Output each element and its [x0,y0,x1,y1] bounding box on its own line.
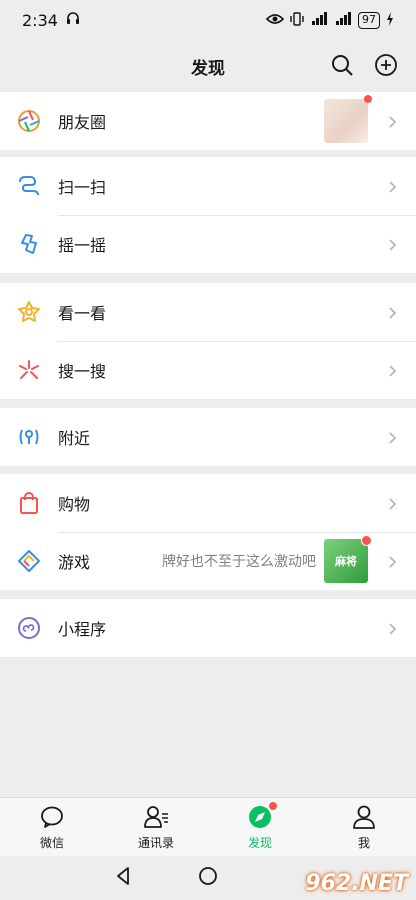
home-icon[interactable] [197,865,219,891]
vibrate-icon [290,11,304,29]
list-item-label: 朋友圈 [58,113,107,132]
group-look-search: 看一看 搜一搜 [0,283,416,399]
signal-icon-2 [334,11,352,29]
games-icon [17,549,41,573]
mini-program-icon [17,616,41,640]
watermark-logo: 962.NET [305,871,408,896]
game-thumbnail: 麻将 [324,535,372,583]
games-promo-text: 牌好也不至于这么激动吧 [162,554,316,570]
top-stories-icon [17,300,41,324]
chevron-right-icon [386,305,400,319]
bottom-tab-bar: 微信 通讯录 发现 我 [0,797,416,856]
list-item-label: 摇一摇 [58,236,107,255]
list-item-moments[interactable]: 朋友圈 [0,92,416,150]
chevron-right-icon [386,621,400,635]
tab-label: 通讯录 [137,835,174,850]
tab-label: 我 [357,835,370,850]
discover-icon [247,801,277,830]
tab-label: 微信 [39,835,64,850]
list-item-label: 附近 [58,429,91,448]
chat-icon [39,804,65,830]
list-item-label: 搜一搜 [58,362,107,381]
search-icon[interactable] [330,53,354,77]
status-bar: 2:34 97 [0,0,416,40]
chevron-right-icon [386,179,400,193]
moments-thumbnail [324,95,372,143]
discover-badge [269,801,277,810]
nearby-icon [17,425,41,449]
tab-discover[interactable]: 发现 [208,798,312,856]
list-item-label: 扫一扫 [58,178,107,197]
shopping-bag-icon [17,491,41,515]
list-item-label: 购物 [58,495,91,514]
group-mini-programs: 小程序 [0,599,416,657]
header: 发现 [0,40,416,92]
contacts-icon [143,804,169,830]
group-scan-shake: 扫一扫 摇一摇 [0,157,416,273]
add-icon[interactable] [374,53,398,77]
list-item-nearby[interactable]: 附近 [0,408,416,466]
shake-icon [17,232,41,256]
chevron-right-icon [386,237,400,251]
list-item-label: 看一看 [58,304,107,323]
chevron-right-icon [386,363,400,377]
list-item-shopping[interactable]: 购物 [0,474,416,532]
eye-icon [265,13,285,28]
chevron-right-icon [386,496,400,510]
scan-icon [17,174,41,198]
list-item-label: 游戏 [58,553,91,572]
chevron-right-icon [386,554,400,568]
tab-label: 发现 [247,835,272,850]
chevron-right-icon [386,430,400,444]
status-time: 2:34 [22,10,58,30]
chevron-right-icon [386,114,400,128]
list-item-top-stories[interactable]: 看一看 [0,283,416,341]
moments-icon [17,109,41,133]
search-sparkle-icon [17,358,41,382]
battery-indicator: 97 [358,11,380,29]
group-nearby: 附近 [0,408,416,466]
tab-contacts[interactable]: 通讯录 [104,798,208,856]
signal-icon [310,11,328,29]
group-moments: 朋友圈 [0,92,416,150]
list-item-mini-programs[interactable]: 小程序 [0,599,416,657]
list-item-search[interactable]: 搜一搜 [0,341,416,399]
tab-me[interactable]: 我 [312,798,416,856]
list-item-label: 小程序 [58,620,107,639]
headphones-icon [66,11,80,29]
list-item-scan[interactable]: 扫一扫 [0,157,416,215]
list-item-games[interactable]: 游戏 牌好也不至于这么激动吧 麻将 [0,532,416,590]
nav-spacer [281,867,303,889]
me-icon [351,804,377,830]
charging-icon [386,11,394,29]
list-item-shake[interactable]: 摇一摇 [0,215,416,273]
group-shop-games: 购物 游戏 牌好也不至于这么激动吧 麻将 [0,474,416,590]
tab-chats[interactable]: 微信 [0,798,104,856]
page-title: 发现 [191,58,225,79]
back-icon[interactable] [113,865,135,891]
